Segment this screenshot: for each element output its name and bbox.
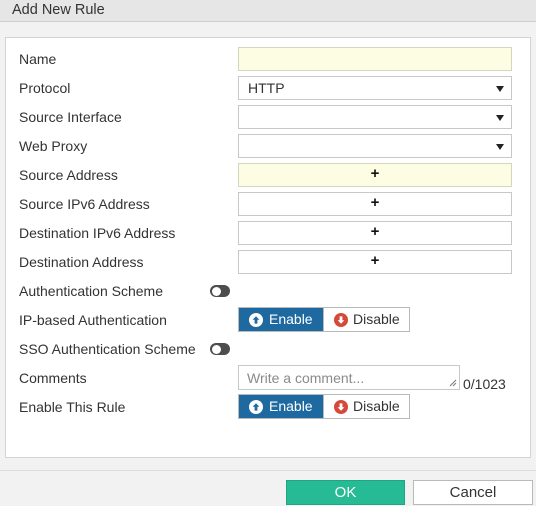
resize-handle-icon[interactable] <box>449 379 457 387</box>
comments-placeholder: Write a comment... <box>247 370 365 386</box>
enable-label: Enable <box>269 311 313 327</box>
arrow-up-circle-icon <box>249 313 263 327</box>
ip-auth-label: IP-based Authentication <box>19 312 167 328</box>
name-input[interactable] <box>238 47 512 71</box>
dest-address-label: Destination Address <box>19 254 144 270</box>
comments-textarea[interactable]: Write a comment... <box>238 365 460 390</box>
plus-icon: + <box>370 194 380 211</box>
dest-ipv6-picker[interactable]: + <box>238 221 512 245</box>
enable-rule-label: Enable This Rule <box>19 399 126 415</box>
name-label: Name <box>19 51 57 67</box>
comments-counter: 0/1023 <box>463 376 506 392</box>
ok-button[interactable]: OK <box>286 480 405 505</box>
dest-address-picker[interactable]: + <box>238 250 512 274</box>
protocol-label: Protocol <box>19 80 71 96</box>
toggle-knob <box>211 344 221 354</box>
source-interface-select[interactable] <box>238 105 512 129</box>
cancel-button[interactable]: Cancel <box>413 480 533 505</box>
dialog-title-bar: Add New Rule <box>0 0 536 22</box>
arrow-down-circle-icon <box>334 313 348 327</box>
source-address-picker[interactable]: + <box>238 163 512 187</box>
auth-scheme-toggle[interactable] <box>210 285 230 297</box>
source-ipv6-picker[interactable]: + <box>238 192 512 216</box>
caret-down-icon <box>496 144 504 150</box>
sso-auth-label: SSO Authentication Scheme <box>19 341 196 357</box>
enable-rule-enable-button[interactable]: Enable <box>239 395 323 418</box>
source-interface-label: Source Interface <box>19 109 122 125</box>
arrow-down-circle-icon <box>334 400 348 414</box>
ip-auth-segmented: Enable Disable <box>238 307 410 332</box>
dest-ipv6-label: Destination IPv6 Address <box>19 225 176 241</box>
arrow-up-circle-icon <box>249 400 263 414</box>
web-proxy-select[interactable] <box>238 134 512 158</box>
web-proxy-label: Web Proxy <box>19 138 88 154</box>
plus-icon: + <box>370 252 380 269</box>
protocol-select[interactable]: HTTP <box>238 76 512 100</box>
disable-label: Disable <box>353 398 400 414</box>
enable-rule-disable-button[interactable]: Disable <box>323 395 409 418</box>
toggle-knob <box>211 286 221 296</box>
footer-divider <box>0 470 536 471</box>
comments-label: Comments <box>19 370 87 386</box>
enable-label: Enable <box>269 398 313 414</box>
source-ipv6-label: Source IPv6 Address <box>19 196 150 212</box>
protocol-value: HTTP <box>248 80 285 96</box>
auth-scheme-label: Authentication Scheme <box>19 283 163 299</box>
source-address-label: Source Address <box>19 167 118 183</box>
plus-icon: + <box>370 165 380 182</box>
enable-rule-segmented: Enable Disable <box>238 394 410 419</box>
disable-label: Disable <box>353 311 400 327</box>
plus-icon: + <box>370 223 380 240</box>
ip-auth-disable-button[interactable]: Disable <box>323 308 409 331</box>
caret-down-icon <box>496 86 504 92</box>
sso-auth-toggle[interactable] <box>210 343 230 355</box>
caret-down-icon <box>496 115 504 121</box>
ip-auth-enable-button[interactable]: Enable <box>239 308 323 331</box>
dialog-title: Add New Rule <box>12 2 105 18</box>
